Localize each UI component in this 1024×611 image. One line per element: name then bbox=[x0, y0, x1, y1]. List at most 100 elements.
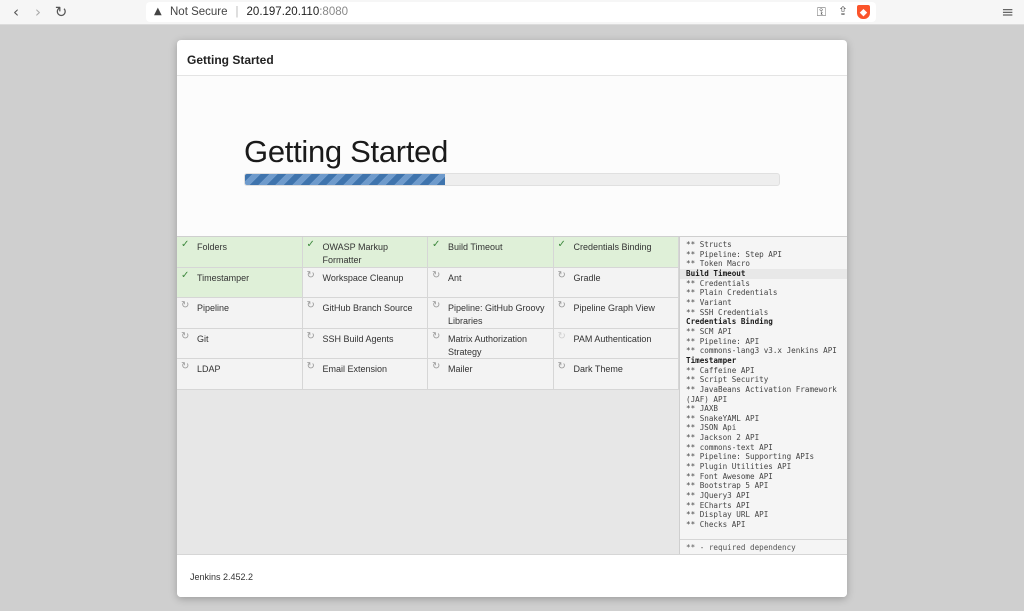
url-port: :8080 bbox=[319, 6, 349, 18]
log-dependency-line: ** Script Security bbox=[686, 375, 769, 385]
plugin-label: SSH Build Agents bbox=[322, 333, 394, 344]
plugin-cell: ✓ Build Timeout bbox=[428, 237, 554, 268]
log-dependency-line: ** Font Awesome API bbox=[686, 471, 773, 481]
hero-title: Getting Started bbox=[244, 134, 449, 169]
plugin-grid-area: ✓ Folders ✓ OWASP Markup Formatter ✓ Build Ti… bbox=[177, 237, 679, 555]
install-log-lines: ** Structs ** Pipeline: Step API ** Token … bbox=[680, 237, 847, 538]
spinner-icon: ↻ bbox=[432, 269, 441, 281]
spinner-icon: ↻ bbox=[306, 269, 315, 281]
plugin-label: Pipeline: GitHub Groovy Libraries bbox=[448, 303, 545, 326]
install-progress-bar bbox=[244, 173, 780, 186]
reload-icon[interactable]: ↻ bbox=[52, 3, 70, 21]
log-dependency-line: ** Variant bbox=[686, 297, 732, 307]
check-icon: ✓ bbox=[306, 239, 315, 250]
log-dependency-line: ** Structs bbox=[686, 240, 732, 249]
plugin-cell: ↻ Workspace Cleanup bbox=[302, 267, 428, 298]
jenkins-version: Jenkins 2.452.2 bbox=[190, 572, 254, 582]
install-content: ✓ Folders ✓ OWASP Markup Formatter ✓ Build Ti… bbox=[177, 236, 847, 555]
back-icon[interactable]: ‹ bbox=[7, 3, 25, 21]
log-dependency-line: ** JAXB bbox=[686, 404, 719, 414]
log-dependency-line: ** Caffeine API bbox=[686, 365, 755, 375]
check-icon: ✓ bbox=[557, 239, 566, 250]
warning-icon: ▲ bbox=[154, 6, 162, 17]
log-plugin-heading: Credentials Binding bbox=[686, 317, 773, 327]
plugin-label: Ant bbox=[448, 272, 462, 283]
plugin-grid: ✓ Folders ✓ OWASP Markup Formatter ✓ Build Ti… bbox=[177, 237, 679, 390]
spinner-icon: ↻ bbox=[432, 300, 441, 311]
plugin-label: Email Extension bbox=[322, 364, 388, 374]
log-dependency-line: ** Plugin Utilities API bbox=[686, 462, 792, 472]
log-dependency-line: ** JSON Api bbox=[686, 423, 737, 433]
address-bar[interactable]: ▲ Not Secure | 20.197.20.110:8080 ⚿ ⇪ ◆ bbox=[146, 2, 876, 22]
key-icon[interactable]: ⚿ bbox=[817, 5, 826, 20]
url-text: 20.197.20.110:8080 bbox=[247, 6, 348, 18]
log-dependency-line: ** commons-lang3 v3.x Jenkins API bbox=[686, 346, 837, 356]
install-log-panel[interactable]: ** Structs ** Pipeline: Step API ** Token … bbox=[679, 237, 847, 555]
share-icon[interactable]: ⇪ bbox=[838, 4, 848, 18]
browser-toolbar: ‹ › ↻ ▲ Not Secure | 20.197.20.110:8080 … bbox=[0, 0, 1024, 25]
plugin-label: Workspace Cleanup bbox=[322, 272, 404, 283]
log-dependency-line: ** Pipeline: Supporting APIs bbox=[686, 452, 815, 462]
check-icon: ✓ bbox=[181, 269, 190, 281]
plugin-label: Credentials Binding bbox=[573, 242, 652, 252]
plugin-label: LDAP bbox=[197, 364, 221, 374]
plugin-label: Pipeline Graph View bbox=[573, 303, 655, 313]
log-dependency-line: ** Jackson 2 API bbox=[686, 433, 760, 443]
plugin-cell: ↻ Email Extension bbox=[302, 359, 428, 390]
log-dependency-line: ** Pipeline: API bbox=[686, 336, 760, 346]
plugin-cell: ↻ Pipeline Graph View bbox=[553, 298, 679, 329]
check-icon: ✓ bbox=[432, 239, 441, 250]
log-dependency-line: ** commons-text API bbox=[686, 442, 773, 452]
spinner-icon: ↻ bbox=[432, 361, 441, 372]
plugin-label: Timestamper bbox=[197, 272, 250, 283]
log-dependency-line: ** SCM API bbox=[686, 326, 732, 336]
plugin-label: Pipeline bbox=[197, 303, 230, 313]
plugin-cell: ✓ Credentials Binding bbox=[553, 237, 679, 268]
install-progress-fill bbox=[245, 174, 446, 185]
log-dependency-line: ** Display URL API bbox=[686, 510, 769, 520]
forward-icon[interactable]: › bbox=[29, 3, 47, 21]
plugin-label: PAM Authentication bbox=[573, 333, 652, 344]
log-dependency-line: ** ECharts API bbox=[686, 500, 751, 510]
spinner-icon: ↻ bbox=[306, 361, 315, 372]
plugin-cell: ↻ Git bbox=[177, 328, 303, 359]
plugin-label: Build Timeout bbox=[448, 242, 503, 252]
plugin-cell: ↻ Pipeline: GitHub Groovy Libraries bbox=[428, 298, 554, 329]
plugin-label: Mailer bbox=[448, 364, 473, 374]
url-separator: | bbox=[235, 6, 239, 18]
plugin-label: Git bbox=[197, 333, 209, 344]
spinner-icon: ↻ bbox=[557, 269, 566, 281]
log-plugin-heading: Build Timeout bbox=[680, 268, 847, 279]
log-dependency-line: ** Pipeline: Step API bbox=[686, 249, 783, 259]
plugin-cell: ↻ PAM Authentication bbox=[553, 328, 679, 359]
log-dependency-line: ** SSH Credentials bbox=[686, 307, 769, 317]
log-dependency-line: ** JavaBeans Activation Framework (JAF) … bbox=[686, 384, 837, 404]
log-dependency-line: ** Credentials bbox=[686, 278, 751, 288]
dialog-header-title: Getting Started bbox=[177, 40, 847, 76]
plugin-cell: ↻ LDAP bbox=[177, 359, 303, 390]
not-secure-label: Not Secure bbox=[170, 6, 228, 18]
menu-icon[interactable]: ≡ bbox=[1001, 3, 1014, 21]
spinner-icon: ↻ bbox=[557, 361, 566, 372]
log-dependency-line: ** Bootstrap 5 API bbox=[686, 481, 769, 491]
plugin-label: Folders bbox=[197, 242, 228, 252]
spinner-icon: ↻ bbox=[181, 361, 190, 372]
plugin-label: Gradle bbox=[573, 272, 601, 283]
spinner-icon: ↻ bbox=[306, 330, 315, 342]
plugin-cell: ↻ Dark Theme bbox=[553, 359, 679, 390]
brave-shield-icon[interactable]: ◆ bbox=[857, 5, 870, 19]
spinner-icon: ↻ bbox=[557, 330, 566, 342]
plugin-label: OWASP Markup Formatter bbox=[322, 242, 389, 265]
dialog-footer: Jenkins 2.452.2 bbox=[177, 554, 847, 597]
plugin-cell: ↻ Mailer bbox=[428, 359, 554, 390]
plugin-cell: ↻ GitHub Branch Source bbox=[302, 298, 428, 329]
install-log-footer: ** - required dependency bbox=[680, 539, 847, 555]
log-dependency-line: ** JQuery3 API bbox=[686, 491, 751, 501]
log-dependency-line: ** SnakeYAML API bbox=[686, 413, 760, 423]
log-plugin-heading: Timestamper bbox=[686, 355, 737, 365]
check-icon: ✓ bbox=[181, 239, 190, 250]
setup-wizard-dialog: Getting Started Getting Started ✓ Folders… bbox=[177, 40, 847, 597]
plugin-cell: ✓ OWASP Markup Formatter bbox=[302, 237, 428, 268]
plugin-cell: ↻ Ant bbox=[428, 267, 554, 298]
hero-panel: Getting Started bbox=[177, 76, 847, 236]
